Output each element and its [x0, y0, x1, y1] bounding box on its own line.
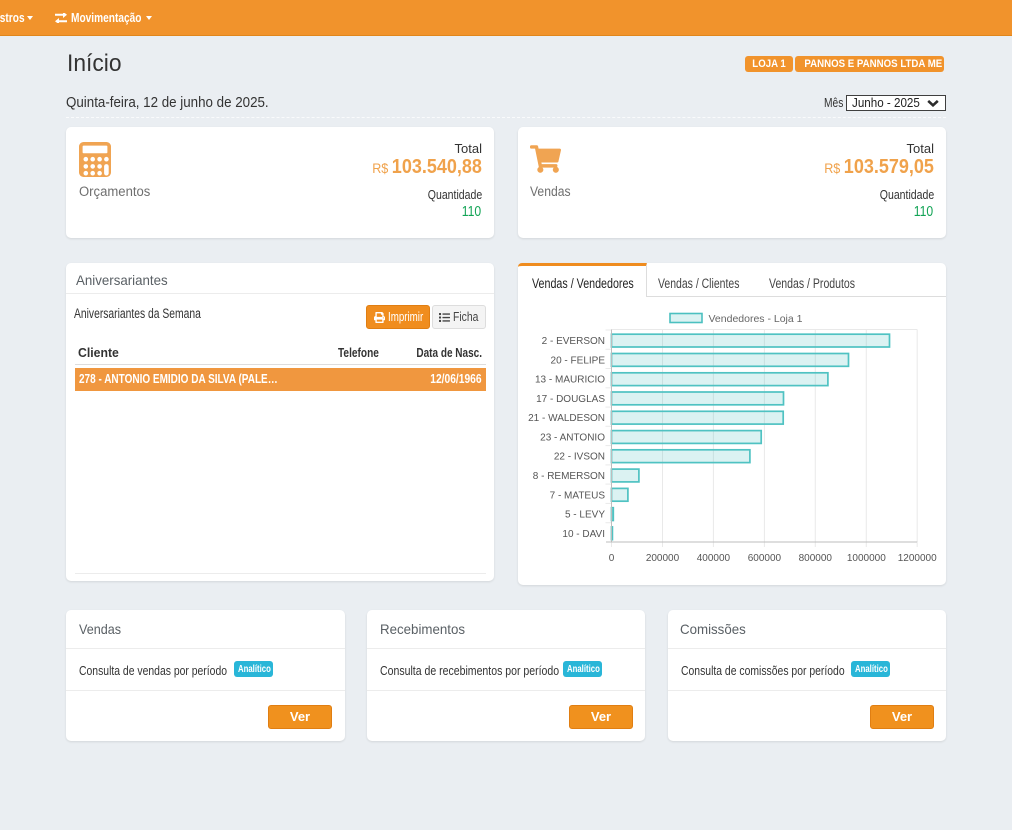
svg-text:10 - DAVI: 10 - DAVI	[562, 529, 605, 540]
svg-text:22 - IVSON: 22 - IVSON	[554, 452, 605, 463]
svg-text:20 - FELIPE: 20 - FELIPE	[551, 355, 606, 366]
svg-text:2 - EVERSON: 2 - EVERSON	[542, 336, 605, 347]
svg-text:200000: 200000	[646, 553, 680, 564]
svg-text:17 - DOUGLAS: 17 - DOUGLAS	[536, 394, 605, 405]
svg-text:5 - LEVY: 5 - LEVY	[565, 510, 605, 521]
svg-text:Vendedores - Loja 1: Vendedores - Loja 1	[709, 313, 803, 325]
svg-text:7 - MATEUS: 7 - MATEUS	[550, 490, 606, 501]
svg-text:600000: 600000	[748, 553, 782, 564]
svg-text:21 - WALDESON: 21 - WALDESON	[528, 413, 605, 424]
svg-text:1200000: 1200000	[898, 553, 937, 564]
svg-text:13 - MAURICIO: 13 - MAURICIO	[535, 375, 605, 386]
svg-text:0: 0	[609, 553, 615, 564]
svg-text:400000: 400000	[697, 553, 731, 564]
svg-text:1000000: 1000000	[847, 553, 886, 564]
svg-text:800000: 800000	[799, 553, 833, 564]
svg-text:8 - REMERSON: 8 - REMERSON	[533, 471, 605, 482]
svg-text:23 - ANTONIO: 23 - ANTONIO	[540, 433, 605, 444]
